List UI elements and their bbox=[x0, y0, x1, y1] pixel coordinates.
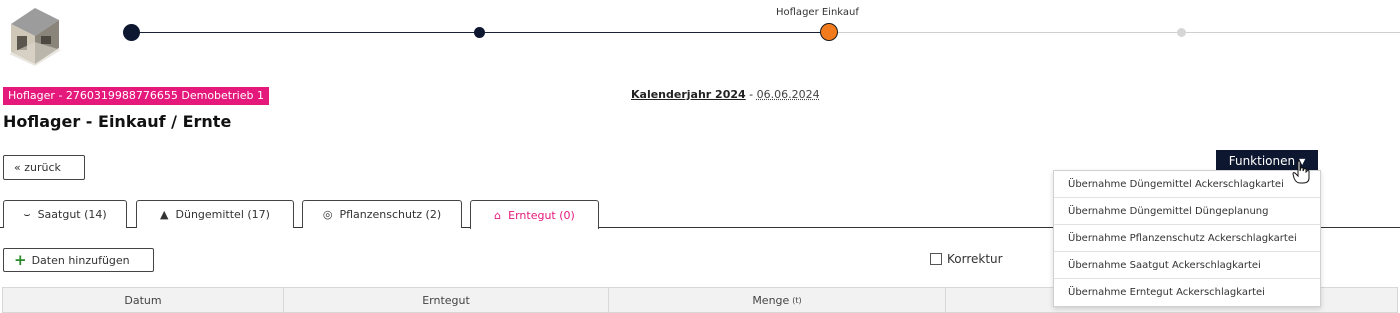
menu-item-duengemittel-ackerschlagkartei[interactable]: Übernahme Düngemittel Ackerschlagkartei bbox=[1054, 171, 1320, 198]
tab-label: Erntegut (0) bbox=[508, 208, 575, 222]
step-dot-2[interactable] bbox=[474, 27, 485, 38]
date-link[interactable]: 06.06.2024 bbox=[757, 88, 820, 101]
seedling-icon: ⌣ bbox=[23, 207, 31, 221]
column-label: Erntegut bbox=[422, 293, 470, 307]
add-data-button[interactable]: + Daten hinzufügen bbox=[3, 248, 154, 272]
step-dot-4[interactable] bbox=[1177, 28, 1186, 37]
tab-saatgut[interactable]: ⌣ Saatgut (14) bbox=[3, 200, 127, 228]
functions-button-label: Funktionen bbox=[1228, 154, 1296, 168]
column-unit: (t) bbox=[792, 295, 802, 305]
menu-item-duengemittel-duengeplanung[interactable]: Übernahme Düngemittel Düngeplanung bbox=[1054, 198, 1320, 225]
year-date-label: Kalenderjahr 2024 - 06.06.2024 bbox=[631, 88, 820, 101]
active-step-label: Hoflager Einkauf bbox=[776, 7, 859, 18]
sack-icon: ▲ bbox=[160, 208, 169, 221]
tab-label: Saatgut (14) bbox=[37, 208, 107, 221]
plus-icon: + bbox=[14, 251, 27, 269]
tab-pflanzenschutz[interactable]: ◎ Pflanzenschutz (2) bbox=[302, 200, 462, 228]
menu-item-erntegut-ackerschlagkartei[interactable]: Übernahme Erntegut Ackerschlagkartei bbox=[1054, 279, 1320, 306]
year-label: Kalenderjahr 2024 bbox=[631, 88, 746, 101]
checkbox-icon[interactable] bbox=[930, 253, 942, 265]
page-title: Hoflager - Einkauf / Ernte bbox=[3, 112, 232, 131]
harvest-icon: ⌂ bbox=[494, 208, 502, 222]
hand-cursor-icon bbox=[1292, 160, 1310, 184]
year-separator: - bbox=[749, 88, 754, 101]
step-dot-1[interactable] bbox=[123, 24, 140, 41]
menu-item-saatgut-ackerschlagkartei[interactable]: Übernahme Saatgut Ackerschlagkartei bbox=[1054, 252, 1320, 279]
add-data-label: Daten hinzufügen bbox=[31, 253, 130, 267]
spray-icon: ◎ bbox=[322, 208, 333, 221]
column-header-menge[interactable]: Menge (t) bbox=[609, 288, 946, 312]
back-button-label: « zurück bbox=[14, 161, 61, 174]
korrektur-label: Korrektur bbox=[947, 252, 1003, 266]
tab-erntegut[interactable]: ⌂ Erntegut (0) bbox=[470, 200, 599, 229]
step-dot-active[interactable] bbox=[820, 23, 838, 41]
column-header-datum[interactable]: Datum bbox=[3, 288, 284, 312]
tab-label: Düngemittel (17) bbox=[175, 208, 270, 221]
farm-building-icon bbox=[9, 8, 61, 66]
functions-dropdown-menu: Übernahme Düngemittel Ackerschlagkartei … bbox=[1053, 170, 1321, 307]
korrektur-checkbox[interactable]: Korrektur bbox=[930, 252, 1003, 266]
progress-track-pending bbox=[829, 32, 1400, 33]
hoflager-badge: Hoflager - 2760319988776655 Demobetrieb … bbox=[3, 87, 269, 105]
back-button[interactable]: « zurück bbox=[3, 155, 85, 180]
column-label: Datum bbox=[124, 293, 162, 307]
column-label: Menge bbox=[752, 293, 790, 307]
menu-item-pflanzenschutz-ackerschlagkartei[interactable]: Übernahme Pflanzenschutz Ackerschlagkart… bbox=[1054, 225, 1320, 252]
tab-label: Pflanzenschutz (2) bbox=[339, 208, 442, 221]
column-header-erntegut[interactable]: Erntegut bbox=[284, 288, 609, 312]
tab-duengemittel[interactable]: ▲ Düngemittel (17) bbox=[136, 200, 294, 228]
